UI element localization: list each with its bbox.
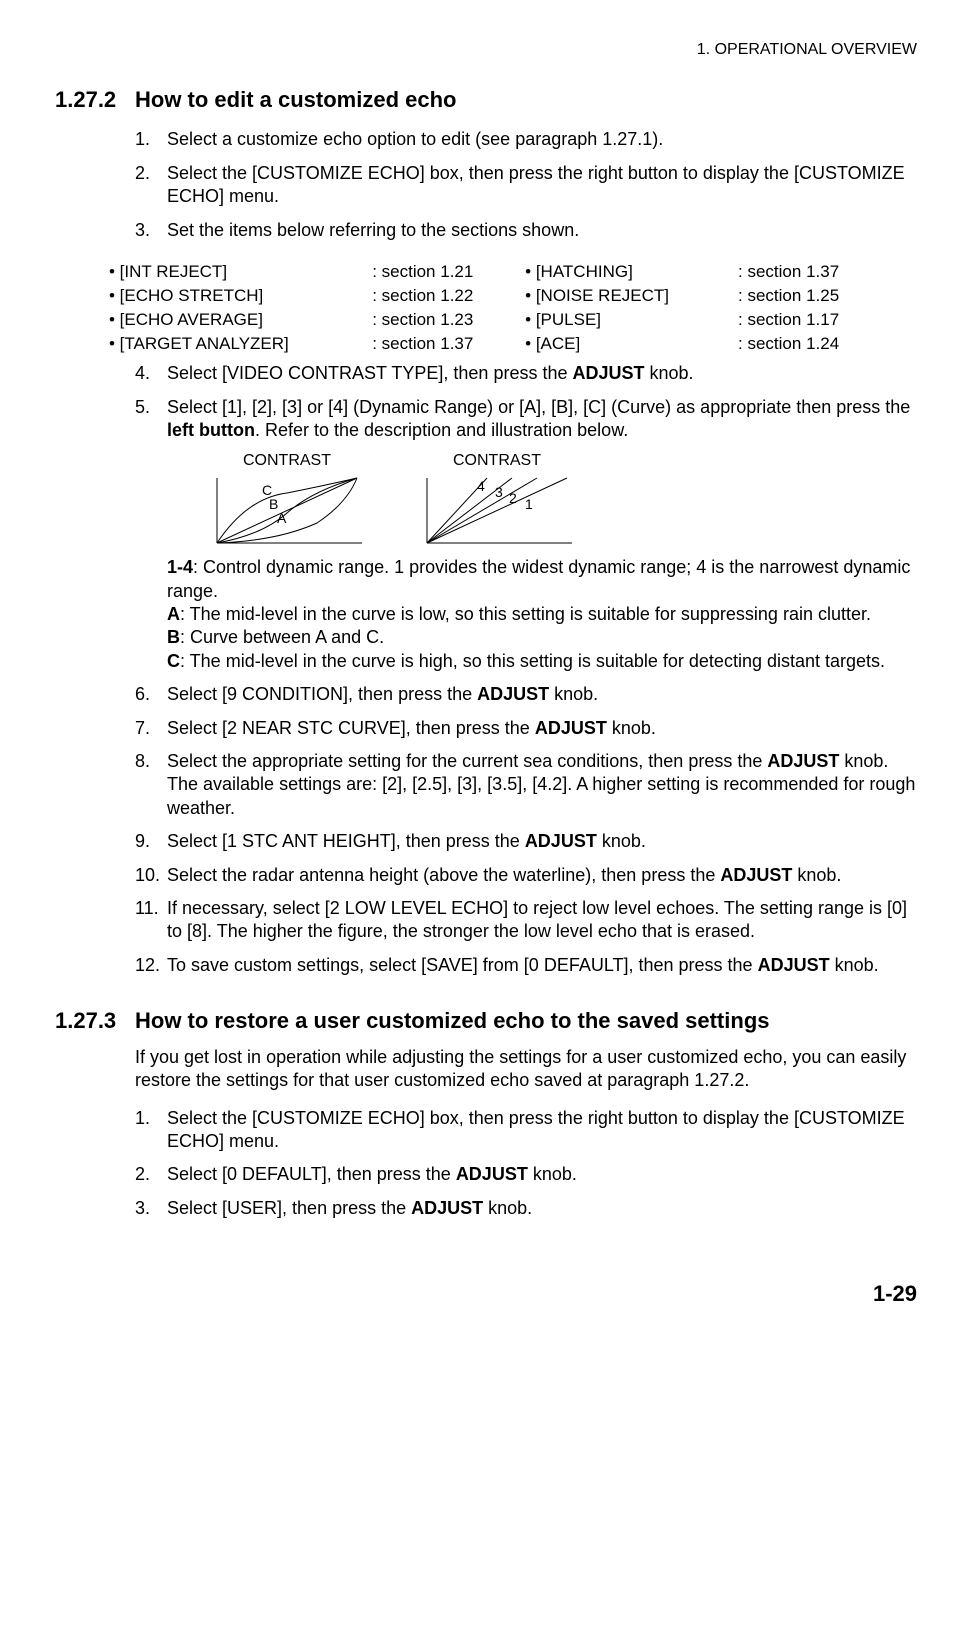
section-1272: 1.27.2 How to edit a customized echo xyxy=(55,86,917,115)
step-12: 12. To save custom settings, select [SAV… xyxy=(135,954,917,977)
step-text: If necessary, select [2 LOW LEVEL ECHO] … xyxy=(167,897,917,944)
section-number: 1.27.3 xyxy=(55,1007,135,1036)
step-text: Select [2 NEAR STC CURVE], then press th… xyxy=(167,717,917,740)
section-1273: 1.27.3 How to restore a user customized … xyxy=(55,1007,917,1036)
ref-section: : section 1.25 xyxy=(734,284,887,308)
ref-item: • [NOISE REJECT] xyxy=(521,284,734,308)
step-text: To save custom settings, select [SAVE] f… xyxy=(167,954,917,977)
section-1273-content: If you get lost in operation while adjus… xyxy=(135,1046,917,1220)
step-text: Set the items below referring to the sec… xyxy=(167,219,917,242)
curve-abc-icon: C B A xyxy=(207,473,367,548)
step-text: Select a customize echo option to edit (… xyxy=(167,128,917,151)
step-text: Select [1 STC ANT HEIGHT], then press th… xyxy=(167,830,917,853)
table-row: • [ECHO STRETCH] : section 1.22 • [NOISE… xyxy=(105,284,887,308)
step-text: Select the appropriate setting for the c… xyxy=(167,750,917,820)
step-3: 3. Select [USER], then press the ADJUST … xyxy=(135,1197,917,1220)
section-title: How to restore a user customized echo to… xyxy=(135,1007,770,1036)
step-5: 5. Select [1], [2], [3] or [4] (Dynamic … xyxy=(135,396,917,674)
range-description: 1-4: Control dynamic range. 1 provides t… xyxy=(167,556,917,673)
ref-item: • [ECHO AVERAGE] xyxy=(105,308,368,332)
ref-section: : section 1.17 xyxy=(734,308,887,332)
ref-item: • [HATCHING] xyxy=(521,260,734,284)
step-text: Select the [CUSTOMIZE ECHO] box, then pr… xyxy=(167,1107,917,1154)
reference-table: • [INT REJECT] : section 1.21 • [HATCHIN… xyxy=(105,260,887,356)
step-6: 6. Select [9 CONDITION], then press the … xyxy=(135,683,917,706)
section-1272-content: 1.Select a customize echo option to edit… xyxy=(135,128,917,977)
step-text: Select [USER], then press the ADJUST kno… xyxy=(167,1197,917,1220)
ref-section: : section 1.24 xyxy=(734,332,887,356)
contrast-diagrams: CONTRAST C B A xyxy=(207,451,917,549)
ref-section: : section 1.37 xyxy=(368,332,521,356)
svg-text:A: A xyxy=(277,510,287,526)
steps-list: 4. Select [VIDEO CONTRAST TYPE], then pr… xyxy=(135,362,917,977)
step-10: 10. Select the radar antenna height (abo… xyxy=(135,864,917,887)
step-11: 11. If necessary, select [2 LOW LEVEL EC… xyxy=(135,897,917,944)
step-text: Select [1], [2], [3] or [4] (Dynamic Ran… xyxy=(167,396,917,674)
step-text: Select the radar antenna height (above t… xyxy=(167,864,917,887)
ref-item: • [ACE] xyxy=(521,332,734,356)
ref-section: : section 1.37 xyxy=(734,260,887,284)
page-header: 1. OPERATIONAL OVERVIEW xyxy=(55,40,917,61)
step-text: Select [0 DEFAULT], then press the ADJUS… xyxy=(167,1163,917,1186)
step-3: 3.Set the items below referring to the s… xyxy=(135,219,917,242)
svg-text:2: 2 xyxy=(509,490,517,506)
contrast-range-diagram: CONTRAST 4 3 2 1 xyxy=(417,451,577,549)
ref-item: • [ECHO STRETCH] xyxy=(105,284,368,308)
ref-section: : section 1.23 xyxy=(368,308,521,332)
svg-text:1: 1 xyxy=(525,496,533,512)
table-row: • [INT REJECT] : section 1.21 • [HATCHIN… xyxy=(105,260,887,284)
step-text: Select [9 CONDITION], then press the ADJ… xyxy=(167,683,917,706)
step-text: Select the [CUSTOMIZE ECHO] box, then pr… xyxy=(167,162,917,209)
step-8: 8. Select the appropriate setting for th… xyxy=(135,750,917,820)
step-2: 2. Select [0 DEFAULT], then press the AD… xyxy=(135,1163,917,1186)
steps-list: 1.Select the [CUSTOMIZE ECHO] box, then … xyxy=(135,1107,917,1221)
section-title: How to edit a customized echo xyxy=(135,86,456,115)
step-1: 1.Select the [CUSTOMIZE ECHO] box, then … xyxy=(135,1107,917,1154)
page-number: 1-29 xyxy=(55,1280,917,1309)
ref-item: • [PULSE] xyxy=(521,308,734,332)
ref-item: • [INT REJECT] xyxy=(105,260,368,284)
table-row: • [TARGET ANALYZER] : section 1.37 • [AC… xyxy=(105,332,887,356)
table-row: • [ECHO AVERAGE] : section 1.23 • [PULSE… xyxy=(105,308,887,332)
ref-item: • [TARGET ANALYZER] xyxy=(105,332,368,356)
step-text: Select [VIDEO CONTRAST TYPE], then press… xyxy=(167,362,917,385)
step-1: 1.Select a customize echo option to edit… xyxy=(135,128,917,151)
step-2: 2.Select the [CUSTOMIZE ECHO] box, then … xyxy=(135,162,917,209)
step-4: 4. Select [VIDEO CONTRAST TYPE], then pr… xyxy=(135,362,917,385)
svg-text:3: 3 xyxy=(495,484,503,500)
range-1234-icon: 4 3 2 1 xyxy=(417,473,577,548)
intro-paragraph: If you get lost in operation while adjus… xyxy=(135,1046,917,1093)
ref-section: : section 1.22 xyxy=(368,284,521,308)
step-9: 9. Select [1 STC ANT HEIGHT], then press… xyxy=(135,830,917,853)
diagram-label: CONTRAST xyxy=(453,451,541,472)
contrast-curve-diagram: CONTRAST C B A xyxy=(207,451,367,549)
diagram-label: CONTRAST xyxy=(243,451,331,472)
svg-text:4: 4 xyxy=(477,478,485,494)
section-number: 1.27.2 xyxy=(55,86,135,115)
steps-list: 1.Select a customize echo option to edit… xyxy=(135,128,917,242)
step-7: 7. Select [2 NEAR STC CURVE], then press… xyxy=(135,717,917,740)
ref-section: : section 1.21 xyxy=(368,260,521,284)
